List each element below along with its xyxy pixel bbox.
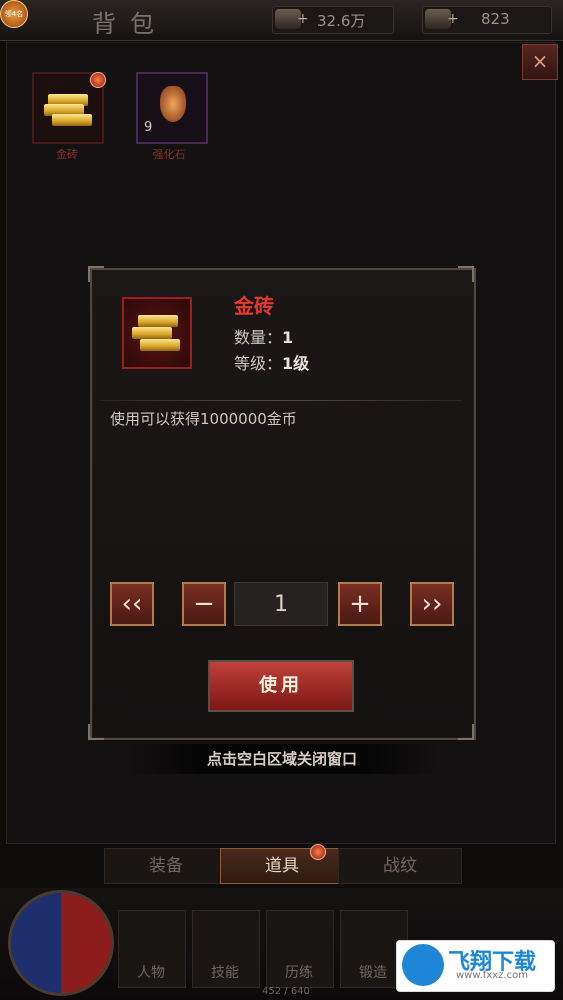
nav-label-character: 人物 xyxy=(137,965,165,981)
corner-ornament xyxy=(88,724,104,740)
corner-ornament xyxy=(458,724,474,740)
tab-equipment[interactable]: 装备 xyxy=(104,848,228,884)
slot-count: 9 xyxy=(144,120,153,135)
close-hint: 点击空白区域关闭窗口 xyxy=(126,744,438,774)
level-stat: 等级：1级 xyxy=(234,350,309,374)
bag-slot-strengthen-stone[interactable]: 9 xyxy=(136,72,208,144)
corner-ornament xyxy=(458,266,474,282)
level-value: 1级 xyxy=(282,354,310,373)
quantity-value: 1 xyxy=(282,328,294,347)
quantity-label: 数量： xyxy=(234,328,283,347)
silver-coin-value: 32.6万 xyxy=(317,12,366,30)
use-button[interactable]: 使用 xyxy=(208,660,354,712)
quantity-stat: 数量：1 xyxy=(234,324,293,348)
add-silver-icon[interactable]: + xyxy=(297,11,309,27)
item-description: 使用可以获得1000000金币 xyxy=(110,410,297,428)
page-title: 背包 xyxy=(92,10,168,38)
slot-label-strengthen-stone: 强化石 xyxy=(152,148,186,161)
gold-ingot-value: 823 xyxy=(481,10,510,28)
add-gold-icon[interactable]: + xyxy=(447,11,459,27)
new-item-dot xyxy=(90,72,106,88)
gold-ingot-resource[interactable]: + 823 xyxy=(422,6,552,34)
watermark-url: www.fxxz.com xyxy=(456,970,528,981)
divider xyxy=(100,400,462,401)
item-name: 金砖 xyxy=(234,294,274,318)
corner-ornament xyxy=(88,266,104,282)
gold-brick-icon xyxy=(122,297,192,369)
decrease-quantity-button[interactable]: − xyxy=(182,582,226,626)
watermark-logo-icon xyxy=(402,944,444,986)
stone-icon xyxy=(160,86,186,122)
max-quantity-button[interactable]: ›› xyxy=(410,582,454,626)
nav-label-training: 历练 xyxy=(285,965,313,981)
tab-runes[interactable]: 战纹 xyxy=(338,848,462,884)
min-quantity-button[interactable]: ‹‹ xyxy=(110,582,154,626)
increase-quantity-button[interactable]: + xyxy=(338,582,382,626)
slot-label-gold-brick: 金砖 xyxy=(56,148,78,161)
nav-label-skills: 技能 xyxy=(211,965,239,981)
exp-value: 452 / 640 xyxy=(262,986,310,997)
quantity-input[interactable]: 1 xyxy=(234,582,328,626)
silver-coin-resource[interactable]: + 32.6万 xyxy=(272,6,394,34)
level-label: 等级： xyxy=(234,354,283,373)
close-button[interactable]: × xyxy=(522,44,558,80)
taiji-icon[interactable] xyxy=(8,890,114,996)
new-item-dot xyxy=(310,844,326,860)
avatar-badge[interactable]: 领4名 xyxy=(0,0,28,28)
